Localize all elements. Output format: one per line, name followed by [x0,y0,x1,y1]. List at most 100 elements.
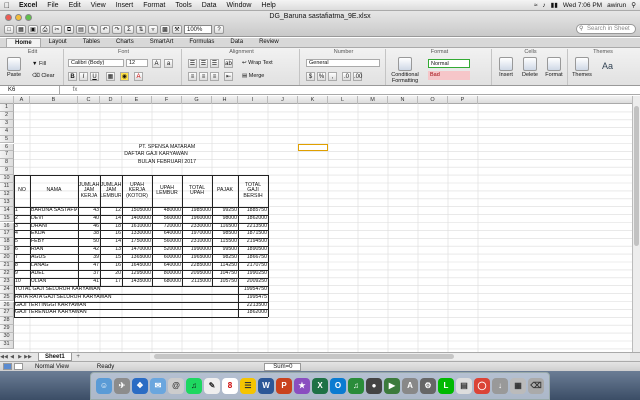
header-total-upah[interactable]: TOTAL UPAH [183,179,211,203]
prev-sheet-icon[interactable]: ◀ [8,354,16,360]
redo-icon[interactable]: ↷ [112,25,122,34]
first-sheet-icon[interactable]: ◀◀ [0,354,8,360]
row-header-22[interactable]: 22 [0,269,14,278]
row-header-16[interactable]: 16 [0,222,14,231]
header-upah-lembur[interactable]: UPAH LEMBUR [153,179,181,203]
data-cell[interactable]: 600000 [153,254,181,262]
fill-button[interactable]: ▼ Fill [32,61,46,67]
data-cell[interactable]: 1330000 [123,230,151,238]
data-cell[interactable]: 1990000 [183,246,211,254]
data-cell[interactable]: DEVI [31,215,77,223]
notes-icon[interactable]: ☰ [240,378,256,394]
tab-layout[interactable]: Layout [41,38,75,47]
word-icon[interactable]: W [258,378,274,394]
messages-icon[interactable]: ✎ [204,378,220,394]
data-cell[interactable]: 1990250 [239,270,267,278]
itunes-icon[interactable]: ♫ [348,378,364,394]
currency-icon[interactable]: $ [306,72,315,81]
zoom-select[interactable]: 100% [184,25,212,34]
row-header-31[interactable]: 31 [0,341,14,349]
paste-button[interactable]: Paste [2,57,26,78]
data-cell[interactable]: 12 [101,207,121,215]
fill-color-icon[interactable]: ◉ [120,72,129,81]
bold-icon[interactable]: B [68,72,77,81]
new-icon[interactable]: □ [4,25,14,34]
heading-company[interactable]: PT. SPENSA MATARAM [123,144,211,152]
calendar-icon[interactable]: 8 [222,378,238,394]
theme-fonts-button[interactable]: Aa [602,61,613,71]
copy-icon[interactable]: ⧉ [64,25,74,34]
align-top-icon[interactable]: ☰ [188,59,197,68]
row-header-20[interactable]: 20 [0,254,14,262]
row-header-12[interactable]: 12 [0,190,14,199]
heading-period[interactable]: BULAN FEBRUARI 2017 [123,159,211,167]
clock[interactable]: Wed 7:06 PM [563,2,602,9]
italic-icon[interactable]: I [79,72,88,81]
row-header-2[interactable]: 2 [0,111,14,120]
data-cell[interactable]: 1400000 [123,215,151,223]
photobooth-icon[interactable]: ● [366,378,382,394]
data-cell[interactable]: 1862000 [239,215,267,223]
row-header-21[interactable]: 21 [0,262,14,270]
row-header-11[interactable]: 11 [0,183,14,191]
powerpoint-icon[interactable]: P [276,378,292,394]
data-cell[interactable]: 8 [15,262,29,270]
data-cell[interactable]: 47 [79,262,99,270]
data-cell[interactable]: 2170750 [239,262,267,270]
onenote-icon[interactable]: ★ [294,378,310,394]
format-painter-icon[interactable]: ✎ [88,25,98,34]
align-bottom-icon[interactable]: ☰ [210,59,219,68]
row-header-6[interactable]: 6 [0,143,14,152]
data-cell[interactable]: 1 [15,207,29,215]
save-icon[interactable]: ▣ [28,25,38,34]
data-cell[interactable]: ADEL [31,270,77,278]
data-cell[interactable]: 480000 [153,207,181,215]
row-header-9[interactable]: 9 [0,167,14,176]
normal-view-icon[interactable] [3,363,12,370]
comma-icon[interactable]: , [328,72,337,81]
excel-icon[interactable]: X [312,378,328,394]
data-cell[interactable]: 50 [79,238,99,246]
row-header-1[interactable]: 1 [0,104,14,112]
header-no[interactable]: NO [15,179,29,203]
increase-font-icon[interactable]: A [152,59,161,68]
header-pajak[interactable]: PAJAK [213,179,237,203]
undo-icon[interactable]: ↶ [100,25,110,34]
data-cell[interactable]: 640000 [153,230,181,238]
tab-formulas[interactable]: Formulas [181,38,222,47]
print-icon[interactable]: ⎙ [40,25,50,34]
contacts-icon[interactable]: @ [168,378,184,394]
selected-cell-k6[interactable] [298,143,328,152]
data-cell[interactable]: 99250 [213,207,237,215]
data-cell[interactable]: 2194500 [239,238,267,246]
add-sheet-icon[interactable]: + [74,354,83,360]
data-cell[interactable]: 1890500 [239,246,267,254]
data-cell[interactable]: 40 [79,215,99,223]
row-header-29[interactable]: 29 [0,325,14,334]
cut-icon[interactable]: ✂ [52,25,62,34]
data-cell[interactable]: 2285000 [183,262,211,270]
data-cell[interactable]: 1871500 [239,230,267,238]
row-header-7[interactable]: 7 [0,151,14,160]
trash-icon[interactable]: ⌫ [528,378,544,394]
data-cell[interactable]: 116500 [213,223,237,231]
data-cell[interactable]: 1470000 [123,246,151,254]
summary-value[interactable]: 1862000 [239,309,267,317]
data-cell[interactable]: 2095000 [183,270,211,278]
last-sheet-icon[interactable]: ▶▶ [24,354,32,360]
delete-button[interactable]: Delete [518,57,542,78]
vertical-scroll-thumb[interactable] [634,106,639,246]
launchpad-icon[interactable]: ✈ [114,378,130,394]
outlook-icon[interactable]: O [330,378,346,394]
summary-value[interactable]: 2213500 [239,302,267,310]
sheet-tab-sheet1[interactable]: Sheet1 [38,353,72,361]
data-cell[interactable]: 1505000 [123,207,151,215]
tab-smartart[interactable]: SmartArt [142,38,182,47]
filter-icon[interactable]: ▿ [148,25,158,34]
data-cell[interactable]: FEBY [31,238,77,246]
data-cell[interactable]: 1435000 [123,278,151,286]
data-cell[interactable]: 7 [15,254,29,262]
line-icon[interactable]: L [438,378,454,394]
apple-menu-icon[interactable]:  [0,1,14,10]
menu-window[interactable]: Window [222,2,257,9]
